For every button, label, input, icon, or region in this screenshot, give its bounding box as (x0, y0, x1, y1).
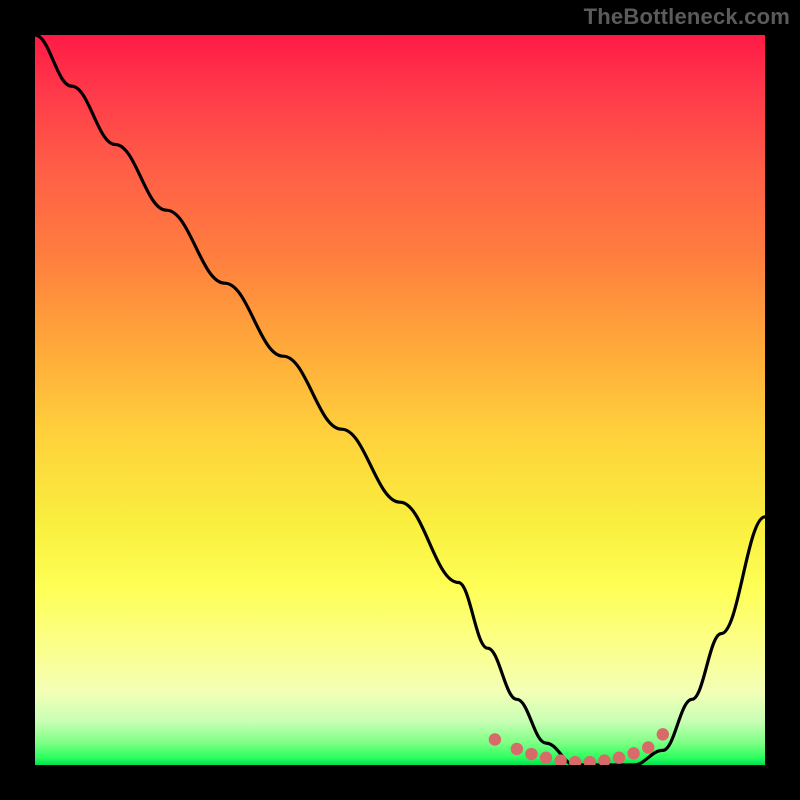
marker-dot (657, 728, 669, 740)
optimal-region-dots (489, 728, 669, 765)
marker-dot (598, 754, 610, 765)
marker-dot (584, 756, 596, 765)
marker-dot (627, 747, 639, 759)
marker-dot (554, 754, 566, 765)
marker-dot (569, 756, 581, 765)
chart-frame: TheBottleneck.com (0, 0, 800, 800)
marker-dot (525, 748, 537, 760)
watermark-text: TheBottleneck.com (584, 4, 790, 30)
marker-dot (489, 733, 501, 745)
marker-dot (613, 752, 625, 764)
curve-overlay (35, 35, 765, 765)
marker-dot (511, 743, 523, 755)
bottleneck-curve (35, 35, 765, 765)
plot-area (35, 35, 765, 765)
marker-dot (540, 752, 552, 764)
marker-dot (642, 741, 654, 753)
